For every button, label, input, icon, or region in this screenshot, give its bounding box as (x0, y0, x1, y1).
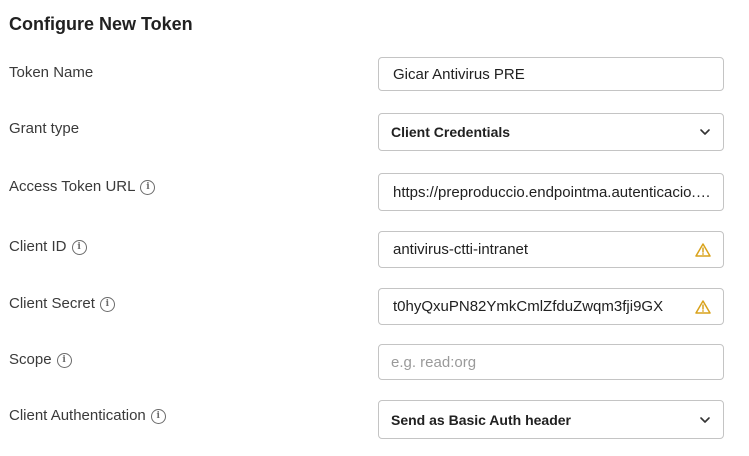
info-icon[interactable]: i (71, 240, 87, 255)
client-id-input[interactable]: antivirus-ctti-intranet (378, 231, 724, 268)
access-token-url-value: https://preproduccio.endpointma.autentic… (393, 183, 711, 201)
scope-input[interactable]: e.g. read:org (378, 344, 724, 380)
token-name-label-wrap: Token Name (9, 63, 93, 99)
info-icon[interactable]: i (150, 409, 166, 424)
client-auth-value: Send as Basic Auth header (391, 411, 571, 428)
client-id-row: Client ID i antivirus-ctti-intranet (0, 231, 749, 268)
info-icon[interactable]: i (140, 180, 156, 195)
page-title: Configure New Token (9, 14, 193, 34)
client-secret-row: Client Secret i t0hyQxuPN82YmkCmlZfduZwq… (0, 288, 749, 325)
access-token-url-row: Access Token URL i https://preproduccio.… (0, 173, 749, 211)
token-name-value: Gicar Antivirus PRE (393, 65, 525, 83)
access-token-url-label: Access Token URL (9, 178, 136, 195)
client-auth-select[interactable]: Send as Basic Auth header (378, 400, 724, 439)
warning-icon[interactable] (695, 299, 711, 314)
chevron-down-icon[interactable] (699, 126, 711, 138)
grant-type-select[interactable]: Client Credentials (378, 113, 724, 151)
grant-type-label: Grant type (9, 120, 80, 137)
client-auth-label-wrap: Client Authentication i (9, 406, 166, 442)
client-auth-row: Client Authentication i Send as Basic Au… (0, 400, 749, 439)
client-auth-label: Client Authentication (9, 407, 146, 424)
info-icon[interactable]: i (56, 353, 72, 368)
grant-type-value: Client Credentials (391, 124, 511, 140)
client-secret-label: Client Secret (9, 295, 95, 312)
client-secret-input[interactable]: t0hyQxuPN82YmkCmlZfduZwqm3fji9GX (378, 288, 724, 325)
client-id-label-wrap: Client ID i (9, 237, 87, 273)
token-name-input[interactable]: Gicar Antivirus PRE (378, 57, 724, 91)
token-name-label: Token Name (9, 64, 94, 81)
scope-label-wrap: Scope i (9, 350, 72, 386)
scope-row: Scope i e.g. read:org (0, 344, 749, 380)
client-secret-value: t0hyQxuPN82YmkCmlZfduZwqm3fji9GX (393, 298, 664, 315)
client-secret-label-wrap: Client Secret i (9, 294, 115, 330)
scope-label: Scope (9, 351, 52, 368)
info-icon[interactable]: i (99, 297, 115, 312)
chevron-down-icon[interactable] (699, 414, 711, 426)
warning-icon[interactable] (695, 242, 711, 257)
access-token-url-label-wrap: Access Token URL i (9, 177, 156, 213)
access-token-url-input[interactable]: https://preproduccio.endpointma.autentic… (378, 173, 724, 211)
grant-type-row: Grant type Client Credentials (0, 113, 749, 151)
scope-placeholder: e.g. read:org (391, 353, 477, 371)
token-name-row: Token Name Gicar Antivirus PRE (0, 57, 749, 93)
client-id-value: antivirus-ctti-intranet (393, 241, 529, 258)
grant-type-label-wrap: Grant type (9, 119, 79, 155)
client-id-label: Client ID (9, 238, 67, 255)
